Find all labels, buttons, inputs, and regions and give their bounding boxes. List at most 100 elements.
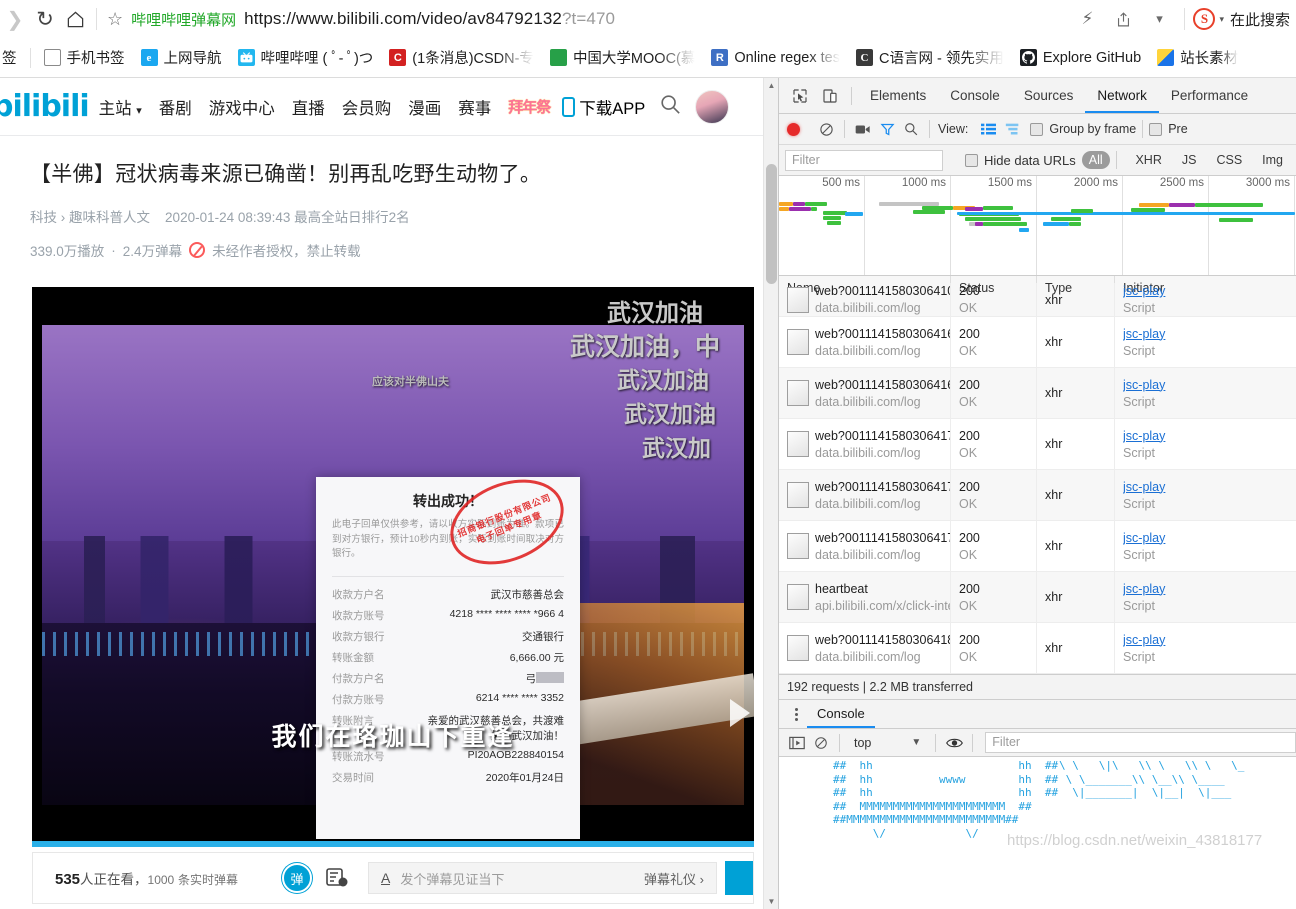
inspect-element-icon[interactable] bbox=[785, 82, 815, 110]
request-initiator-cell[interactable]: jsc-play Script bbox=[1115, 623, 1215, 674]
table-row[interactable]: web?00111415803064170961580... data.bili… bbox=[779, 418, 1296, 470]
network-filter-input[interactable]: Filter bbox=[785, 149, 943, 171]
table-row[interactable]: web?00111415803064168911580... data.bili… bbox=[779, 316, 1296, 368]
request-initiator-cell[interactable]: jsc-play Script bbox=[1115, 521, 1215, 572]
request-name-cell[interactable]: web?00111415803064169931580... data.bili… bbox=[779, 367, 951, 419]
request-initiator-cell[interactable]: jsc-play Script bbox=[1115, 368, 1215, 419]
network-waterfall-overview[interactable]: 500 ms 1000 ms 1500 ms 2000 ms 2500 ms 3… bbox=[779, 176, 1296, 276]
request-name-cell[interactable]: web?00111415803064173061580... data.bili… bbox=[779, 520, 951, 572]
avatar[interactable] bbox=[695, 89, 730, 124]
record-button[interactable] bbox=[787, 122, 800, 136]
request-initiator-cell[interactable]: jsc-play Script bbox=[1115, 572, 1215, 623]
filter-chip-css[interactable]: CSS bbox=[1209, 151, 1249, 169]
share-icon[interactable] bbox=[1106, 4, 1140, 34]
table-row[interactable]: heartbeat api.bilibili.com/x/click-inter… bbox=[779, 571, 1296, 623]
more-options-icon[interactable] bbox=[785, 707, 807, 721]
live-expression-icon[interactable] bbox=[942, 731, 966, 755]
request-name-cell[interactable]: web?00111415803064170961580... data.bili… bbox=[779, 418, 951, 470]
scroll-down-arrow-icon[interactable]: ▼ bbox=[764, 894, 778, 909]
bilibili-logo[interactable]: bilibili bbox=[0, 89, 99, 124]
preserve-log-checkbox[interactable] bbox=[1149, 122, 1163, 136]
home-icon[interactable] bbox=[60, 4, 90, 34]
request-name-cell[interactable]: web?00111415803064107891580... data.bili… bbox=[779, 282, 951, 317]
bookmark-item-6[interactable]: R Online regex tes bbox=[703, 45, 848, 71]
bookmark-star-icon[interactable]: ☆ bbox=[103, 9, 127, 30]
table-row[interactable]: web?00111415803064172041580... data.bili… bbox=[779, 469, 1296, 521]
danmaku-input[interactable]: A 发个弹幕见证当下 弹幕礼仪 › bbox=[368, 862, 717, 894]
danmaku-settings-icon[interactable] bbox=[326, 867, 350, 889]
table-row[interactable]: web?00111415803064107891580... data.bili… bbox=[779, 282, 1296, 317]
sogou-dropdown-icon[interactable]: ▾ bbox=[1219, 14, 1224, 25]
initiator-link[interactable]: jsc-play bbox=[1123, 633, 1215, 647]
nav-item-shop[interactable]: 会员购 bbox=[342, 95, 392, 119]
request-name-cell[interactable]: web?00111415803064172041580... data.bili… bbox=[779, 469, 951, 521]
table-row[interactable]: web?00111415803064183211580... data.bili… bbox=[779, 622, 1296, 674]
filter-chip-js[interactable]: JS bbox=[1175, 151, 1204, 169]
nav-item-live[interactable]: 直播 bbox=[292, 95, 325, 119]
nav-item-games[interactable]: 游戏中心 bbox=[209, 95, 275, 119]
video-frame[interactable]: 转出成功！ 此电子回单仅供参考，请以收方实际到账为准。款项已到对方银行，预计10… bbox=[42, 300, 754, 839]
search-icon[interactable] bbox=[899, 117, 923, 141]
initiator-link[interactable]: jsc-play bbox=[1123, 531, 1215, 545]
request-initiator-cell[interactable]: jsc-play Script bbox=[1115, 470, 1215, 521]
console-filter-input[interactable]: Filter bbox=[985, 732, 1296, 753]
initiator-link[interactable]: jsc-play bbox=[1123, 429, 1215, 443]
initiator-link[interactable]: jsc-play bbox=[1123, 582, 1215, 596]
player-progress-bar[interactable] bbox=[32, 841, 754, 847]
download-app-button[interactable]: 下载APP bbox=[562, 95, 645, 119]
nav-item-home[interactable]: 主站 ▾ bbox=[99, 95, 142, 119]
capture-screenshots-icon[interactable] bbox=[851, 117, 875, 141]
initiator-link[interactable]: jsc-play bbox=[1123, 284, 1215, 298]
bookmark-item-5[interactable]: 中国大学MOOC(慕 bbox=[542, 45, 703, 71]
console-context-selector[interactable]: top ▼ bbox=[846, 736, 929, 750]
run-script-icon[interactable] bbox=[785, 731, 809, 755]
request-name-cell[interactable]: heartbeat api.bilibili.com/x/click-inter… bbox=[779, 571, 951, 623]
view-list-icon[interactable] bbox=[976, 117, 1000, 141]
nav-item-match[interactable]: 赛事 bbox=[458, 95, 491, 119]
hide-data-urls-checkbox[interactable] bbox=[965, 153, 978, 167]
console-output[interactable]: ## hh hh ## ## hh wwww hh ## ## hh hh ##… bbox=[779, 757, 1296, 861]
filter-chip-img[interactable]: Img bbox=[1255, 151, 1290, 169]
nav-item-bangumi[interactable]: 番剧 bbox=[159, 95, 192, 119]
nav-item-manga[interactable]: 漫画 bbox=[408, 95, 441, 119]
clear-icon[interactable] bbox=[814, 117, 838, 141]
request-initiator-cell[interactable]: jsc-play Script bbox=[1115, 419, 1215, 470]
tab-sources[interactable]: Sources bbox=[1012, 78, 1086, 113]
group-by-frame-checkbox[interactable] bbox=[1030, 122, 1044, 136]
drawer-tab-console[interactable]: Console bbox=[807, 700, 875, 728]
filter-chip-all[interactable]: All bbox=[1081, 151, 1110, 169]
chevron-down-icon[interactable]: ▾ bbox=[1142, 4, 1176, 34]
tab-performance[interactable]: Performance bbox=[1159, 78, 1260, 113]
danmaku-etiquette-link[interactable]: 弹幕礼仪 › bbox=[644, 869, 704, 888]
filter-icon[interactable] bbox=[875, 117, 899, 141]
scroll-up-arrow-icon[interactable]: ▲ bbox=[764, 78, 778, 93]
filter-chip-xhr[interactable]: XHR bbox=[1128, 151, 1168, 169]
bookmark-item-2[interactable]: e 上网导航 bbox=[133, 45, 230, 71]
request-initiator-cell[interactable]: jsc-play Script bbox=[1115, 283, 1215, 317]
initiator-link[interactable]: jsc-play bbox=[1123, 378, 1215, 392]
table-row[interactable]: web?00111415803064173061580... data.bili… bbox=[779, 520, 1296, 572]
page-scrollbar[interactable]: ▲ ▼ bbox=[763, 78, 778, 909]
danmaku-toggle-button[interactable]: 弹 bbox=[282, 863, 313, 893]
bookmark-item-3[interactable]: 哔哩哔哩 ( ﾟ- ﾟ)つ bbox=[230, 45, 382, 71]
bookmark-item-4[interactable]: C (1条消息)CSDN-专 bbox=[381, 45, 542, 71]
bookmark-item-7[interactable]: C C语言网 - 领先实用 bbox=[848, 45, 1012, 71]
request-name-cell[interactable]: web?00111415803064168911580... data.bili… bbox=[779, 316, 951, 368]
category-link[interactable]: 科技 bbox=[30, 210, 57, 225]
clear-console-icon[interactable] bbox=[809, 731, 833, 755]
tab-console[interactable]: Console bbox=[938, 78, 1012, 113]
address-bar[interactable]: https://www.bilibili.com/video/av8479213… bbox=[244, 9, 1070, 29]
bookmark-item-9[interactable]: 站长素材 bbox=[1149, 45, 1246, 71]
subcategory-link[interactable]: 趣味科普人文 bbox=[69, 210, 150, 225]
video-player[interactable]: 转出成功！ 此电子回单仅供参考，请以收方实际到账为准。款项已到对方银行，预计10… bbox=[32, 287, 754, 847]
bookmark-item-1[interactable]: 手机书签 bbox=[36, 45, 133, 71]
initiator-link[interactable]: jsc-play bbox=[1123, 327, 1215, 341]
table-row[interactable]: web?00111415803064169931580... data.bili… bbox=[779, 367, 1296, 419]
sogou-search-icon[interactable]: S bbox=[1193, 8, 1216, 30]
request-initiator-cell[interactable]: jsc-play Script bbox=[1115, 317, 1215, 368]
tab-network[interactable]: Network bbox=[1085, 78, 1159, 113]
nav-item-festival[interactable]: 拜年祭 bbox=[508, 96, 551, 117]
initiator-link[interactable]: jsc-play bbox=[1123, 480, 1215, 494]
scrollbar-thumb[interactable] bbox=[766, 164, 777, 284]
reload-icon[interactable]: ↻ bbox=[30, 4, 60, 34]
